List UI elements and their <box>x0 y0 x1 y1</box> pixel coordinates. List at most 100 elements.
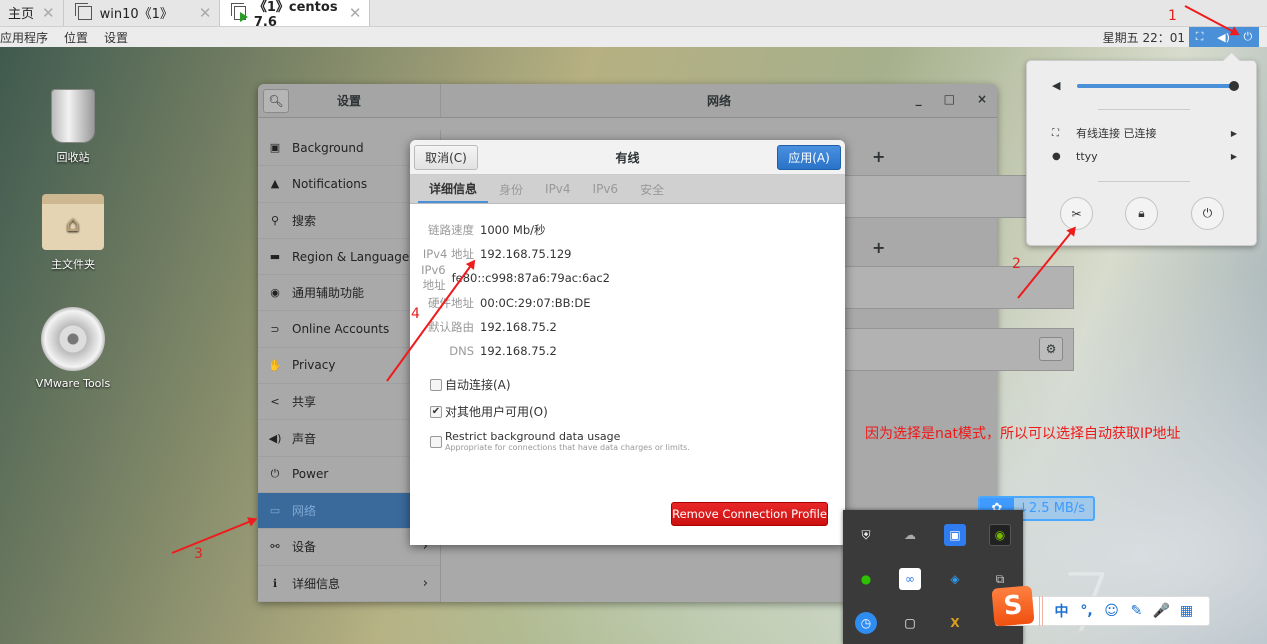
dialog-tabs: 详细信息 身份 IPv4 IPv6 安全 <box>410 175 845 204</box>
chevron-right-icon: › <box>422 575 428 591</box>
menu-places[interactable]: 位置 <box>56 29 96 46</box>
power-off-button[interactable]: ⏻ <box>1191 197 1224 230</box>
tab-details[interactable]: 详细信息 <box>418 175 489 203</box>
volume-slider-knob[interactable] <box>1229 81 1239 91</box>
search-button[interactable]: 🔍︎ <box>263 88 289 113</box>
maximize-button[interactable]: □ <box>944 92 955 106</box>
desktop-icon-trash[interactable]: 回收站 <box>23 89 123 165</box>
ime-emoji-button[interactable]: ☺ <box>1099 603 1124 619</box>
network-icon: ⛶ <box>1195 30 1204 43</box>
clock[interactable]: 星期五 22：01 <box>1103 29 1185 46</box>
devices-icon: ⚯ <box>270 540 280 554</box>
accessibility-icon: ◉ <box>270 286 280 300</box>
add-wired-button[interactable]: + <box>872 147 885 166</box>
home-folder-icon <box>42 194 104 250</box>
wechat-icon[interactable]: ● <box>855 568 877 590</box>
gear-icon[interactable]: ⚙ <box>1039 337 1063 361</box>
layers-icon[interactable]: ◈ <box>944 568 966 590</box>
cd-icon <box>41 307 105 371</box>
detail-row: 默认路由 192.168.75.2 <box>428 319 557 334</box>
annotation-label-4: 4 <box>411 306 420 322</box>
vm-icon <box>74 2 92 20</box>
checkbox-box[interactable] <box>430 378 442 391</box>
sidebar-item-label: Power <box>292 467 329 482</box>
available-all-users-checkbox[interactable]: ✔ 对其他用户可用(O) <box>430 403 548 420</box>
wired-connection-menu-item[interactable]: ⛶ 有线连接 已连接 ▶ <box>1052 125 1237 141</box>
volume-slider[interactable] <box>1077 81 1239 91</box>
details-list: 链路速度 1000 Mb/秒 IPv4 地址 192.168.75.129 IPv6… <box>410 218 610 363</box>
network-icon: ⛶ <box>1052 127 1059 139</box>
tab-security[interactable]: 安全 <box>629 175 675 203</box>
sidebar-item-label: 网络 <box>292 504 317 519</box>
wired-dialog: 取消(C) 有线 应用(A) 详细信息 身份 IPv4 IPv6 安全 链路速度… <box>410 140 845 545</box>
tab-label: 《1》centos 7.6 <box>253 0 338 30</box>
remove-connection-button[interactable]: Remove Connection Profile <box>671 502 828 526</box>
tab-ipv6[interactable]: IPv6 <box>582 175 630 203</box>
xshell-icon[interactable]: X <box>944 612 966 634</box>
tab-label: 主页 <box>8 7 35 22</box>
add-vpn-button[interactable]: + <box>872 238 885 257</box>
baidu-netdisk-icon[interactable]: ∞ <box>899 568 921 590</box>
divider <box>1039 596 1043 626</box>
sidebar-item-details[interactable]: ℹ 详细信息 › <box>258 566 440 602</box>
apply-button[interactable]: 应用(A) <box>777 145 841 170</box>
desktop-icon-home[interactable]: 主文件夹 <box>23 194 123 272</box>
ime-toolbox-button[interactable]: ▦ <box>1174 603 1199 619</box>
screenshot-tool-icon[interactable]: ▣ <box>944 524 966 546</box>
system-status-area[interactable]: ⛶ ◀) ⏻ <box>1189 27 1259 47</box>
ime-punctuation-button[interactable]: °, <box>1074 603 1099 619</box>
dialog-header: 取消(C) 有线 应用(A) <box>410 140 845 175</box>
settings-button[interactable]: ✂ <box>1060 197 1093 230</box>
vm-running-icon <box>231 2 248 22</box>
info-icon: ℹ <box>272 576 278 590</box>
tab-ipv4[interactable]: IPv4 <box>534 175 582 203</box>
desktop-icon-label: VMware Tools <box>35 377 111 390</box>
close-button[interactable]: × <box>977 92 987 106</box>
annotation-note: 因为选择是nat模式，所以可以选择自动获取IP地址 <box>865 426 1181 442</box>
sidebar-item-label: Background <box>292 140 364 155</box>
tab-identity[interactable]: 身份 <box>488 175 534 203</box>
hand-icon: ✋ <box>268 358 282 372</box>
cloud-off-icon[interactable]: ☁ <box>899 524 921 546</box>
tab-win10[interactable]: win10《1》 ✕ <box>64 0 221 26</box>
power-icon: ⏻ <box>1243 30 1253 43</box>
menu-settings[interactable]: 设置 <box>96 29 136 46</box>
system-menu: ◀︎ ⛶ 有线连接 已连接 ▶ ● ttyy ▶ ✂ 🔒︎ ⏻ <box>1026 60 1257 246</box>
gnome-top-bar: 应用程序 位置 设置 星期五 22：01 ⛶ ◀) ⏻ <box>0 27 1267 47</box>
desktop-icon-vmware-tools[interactable]: VMware Tools <box>23 307 123 390</box>
remote-icon[interactable]: ▢ <box>899 612 921 634</box>
cancel-button[interactable]: 取消(C) <box>414 145 478 170</box>
close-icon[interactable]: ✕ <box>349 4 362 22</box>
checkmark-icon[interactable]: ✔ <box>430 405 442 418</box>
minimize-button[interactable]: _ <box>916 92 922 106</box>
tab-home[interactable]: 主页 ✕ <box>0 0 64 26</box>
volume-icon: ◀) <box>1217 30 1230 44</box>
close-icon[interactable]: ✕ <box>199 4 212 22</box>
settings-header: 🔍︎ 设置 网络 _ □ × <box>258 84 997 118</box>
nvidia-icon[interactable]: ◉ <box>989 524 1011 546</box>
close-icon[interactable]: ✕ <box>42 4 55 22</box>
ime-voice-button[interactable]: 🎤 <box>1149 603 1174 619</box>
lock-button[interactable]: 🔒︎ <box>1125 197 1158 230</box>
tab-centos[interactable]: 《1》centos 7.6 ✕ <box>220 0 371 30</box>
sidebar-item-label: Privacy <box>292 358 336 373</box>
online-accounts-icon: ⊃ <box>270 322 280 336</box>
volume-icon: ◀︎ <box>1052 79 1061 92</box>
share-icon: < <box>270 395 280 409</box>
checkbox-box[interactable] <box>430 436 442 448</box>
proxy-row: ⚙ <box>842 328 1074 371</box>
region-icon: ▬ <box>269 250 281 264</box>
divider <box>1098 109 1190 110</box>
menu-applications[interactable]: 应用程序 <box>0 29 56 46</box>
tab-label: win10《1》 <box>99 7 173 22</box>
arrow-right-icon: ▶ <box>1230 128 1237 138</box>
restrict-data-checkbox[interactable]: Restrict background data usage Appropriat… <box>430 429 690 452</box>
user-menu-item[interactable]: ● ttyy ▶ <box>1052 150 1237 163</box>
ime-handwriting-button[interactable]: ✎ <box>1124 603 1149 619</box>
ime-chinese-mode-button[interactable]: 中 <box>1049 601 1074 621</box>
sogou-logo-icon[interactable]: S <box>991 585 1035 627</box>
clock-icon[interactable]: ◷ <box>855 612 877 634</box>
search-icon: ⚲ <box>270 213 280 227</box>
security-warning-icon[interactable]: ⛨ <box>855 524 877 546</box>
auto-connect-checkbox[interactable]: 自动连接(A) <box>430 376 511 393</box>
